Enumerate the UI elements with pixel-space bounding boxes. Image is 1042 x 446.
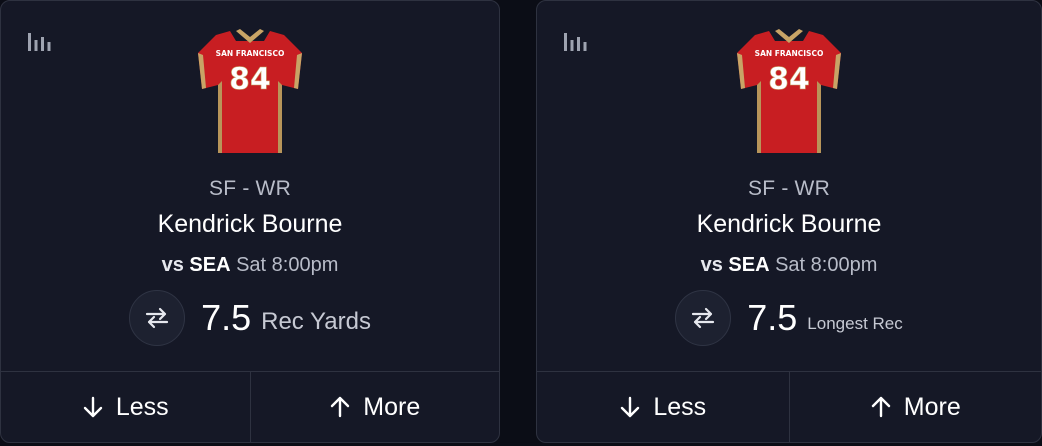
matchup-opponent: SEA: [189, 254, 231, 276]
more-button[interactable]: More: [249, 372, 500, 442]
team-position: SF - WR: [209, 177, 291, 200]
arrow-up-icon: [871, 396, 890, 418]
less-label: Less: [115, 392, 169, 421]
jersey-team-text: SAN FRANCISCO: [755, 49, 824, 58]
pick-buttons: Less More: [1, 371, 499, 442]
game-matchup: vs SEA Sat 8:00pm: [1, 254, 499, 277]
arrow-down-icon: [83, 396, 103, 418]
matchup-time: Sat 8:00pm: [775, 254, 878, 276]
player-props-grid: SAN FRANCISCO 84 SF - WR Kendrick Bourne…: [0, 0, 1042, 446]
player-prop-card: SAN FRANCISCO 84 SF - WR Kendrick Bourne…: [0, 0, 500, 443]
pick-buttons: Less More: [537, 371, 1041, 442]
swap-stat-button[interactable]: [675, 290, 732, 346]
bar-chart-icon[interactable]: [563, 31, 589, 53]
more-label: More: [363, 392, 421, 421]
team-position: SF - WR: [748, 177, 830, 200]
less-label: Less: [653, 392, 707, 421]
more-label: More: [903, 392, 961, 421]
prop-line: 7.5 Rec Yards: [1, 289, 499, 347]
jersey-image: SAN FRANCISCO 84: [737, 29, 841, 153]
stat-label: Longest Rec: [807, 314, 903, 333]
matchup-vs: vs: [161, 254, 184, 276]
stat-label: Rec Yards: [261, 308, 371, 335]
jersey-team-text: SAN FRANCISCO: [216, 49, 285, 58]
swap-stat-button[interactable]: [129, 290, 186, 346]
arrow-down-icon: [621, 396, 640, 418]
line-value: 7.5: [201, 297, 252, 338]
prop-line: 7.5 Longest Rec: [537, 289, 1041, 347]
matchup-time: Sat 8:00pm: [236, 254, 339, 276]
game-matchup: vs SEA Sat 8:00pm: [537, 254, 1041, 277]
less-button[interactable]: Less: [537, 372, 789, 442]
jersey-number: 84: [768, 62, 810, 97]
swap-arrows-icon: [692, 307, 715, 329]
jersey-image: SAN FRANCISCO 84: [198, 29, 302, 153]
line-value: 7.5: [747, 297, 798, 338]
less-button[interactable]: Less: [1, 372, 250, 442]
jersey-number: 84: [229, 62, 271, 97]
player-name: Kendrick Bourne: [157, 210, 343, 238]
more-button[interactable]: More: [788, 372, 1042, 442]
player-name: Kendrick Bourne: [696, 210, 882, 238]
matchup-vs: vs: [700, 254, 723, 276]
arrow-up-icon: [331, 396, 350, 418]
swap-arrows-icon: [145, 307, 169, 329]
player-prop-card: SAN FRANCISCO 84 SF - WR Kendrick Bourne…: [536, 0, 1042, 443]
bar-chart-icon[interactable]: [27, 31, 53, 53]
matchup-opponent: SEA: [728, 254, 770, 276]
